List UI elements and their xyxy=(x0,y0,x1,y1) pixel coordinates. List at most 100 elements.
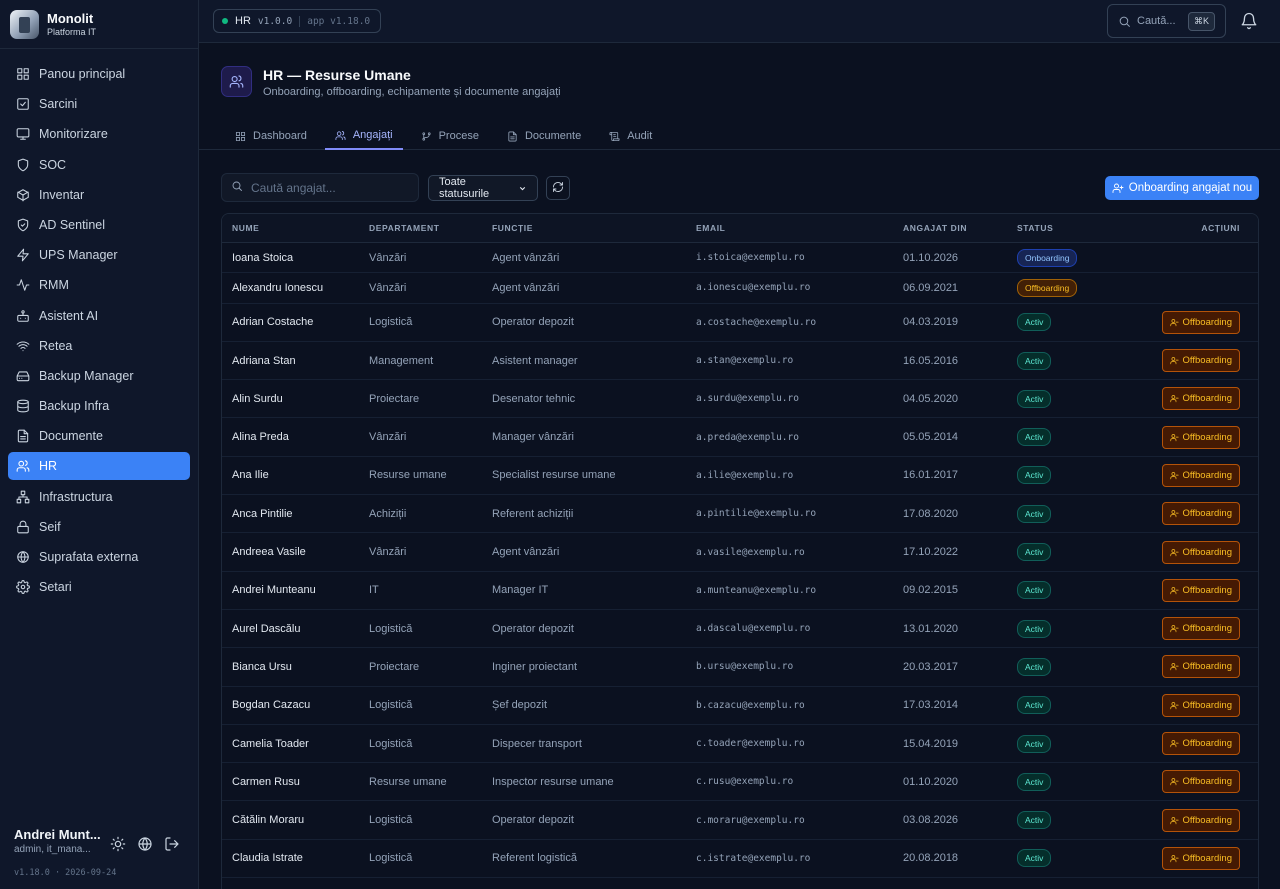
employee-name: Aurel Dascălu xyxy=(232,622,301,635)
status-badge: Activ xyxy=(1017,351,1052,370)
table-row[interactable]: Aurel Dascălu Logistică Operator depozit a.… xyxy=(222,610,1258,649)
employee-email: c.rusu@exemplu.ro xyxy=(696,776,794,788)
employee-hire-date: 06.09.2021 xyxy=(903,281,959,294)
employee-department: IT xyxy=(369,584,379,597)
employee-search[interactable] xyxy=(221,173,419,202)
offboarding-button[interactable]: Offboarding xyxy=(1161,387,1240,411)
sidebar-item-ad-sentinel[interactable]: AD Sentinel xyxy=(8,211,190,239)
sidebar-item-rmm[interactable]: RMM xyxy=(8,271,190,299)
status-badge: Activ xyxy=(1017,543,1052,562)
header-hire-date[interactable]: ANGAJAT DIN xyxy=(903,223,1017,233)
bell-icon[interactable] xyxy=(1240,12,1258,30)
employee-department: Logistică xyxy=(369,737,413,750)
table-row[interactable]: Alina Preda Vânzări Manager vânzări a.preda… xyxy=(222,418,1258,457)
table-row[interactable]: Andrei Munteanu IT Manager IT a.munteanu@ex… xyxy=(222,572,1258,610)
sidebar-item-label: Backup Manager xyxy=(39,368,134,383)
employee-search-input[interactable] xyxy=(251,180,409,195)
sun-icon[interactable] xyxy=(110,836,126,852)
sidebar-item-suprafata-externa[interactable]: Suprafata externa xyxy=(8,543,190,571)
sidebar-item-seif[interactable]: Seif xyxy=(8,513,190,541)
offboarding-button[interactable]: Offboarding xyxy=(1161,349,1240,373)
sidebar-item-panou-principal[interactable]: Panou principal xyxy=(8,60,190,88)
sidebar-item-asistent-ai[interactable]: Asistent AI xyxy=(8,302,190,330)
logout-icon[interactable] xyxy=(164,836,180,852)
header-name[interactable]: NUME xyxy=(222,223,369,233)
file-icon xyxy=(507,131,525,142)
drive-icon xyxy=(16,369,30,383)
offboarding-button[interactable]: Offboarding xyxy=(1161,617,1240,641)
offboarding-button[interactable]: Offboarding xyxy=(1161,846,1240,870)
sidebar-item-monitorizare[interactable]: Monitorizare xyxy=(8,120,190,148)
tab-documente[interactable]: Documente xyxy=(497,122,591,150)
employee-email: a.ionescu@exemplu.ro xyxy=(696,282,811,294)
table-row[interactable]: Ana Ilie Resurse umane Specialist resurse … xyxy=(222,457,1258,496)
offboarding-button[interactable]: Offboarding xyxy=(1161,463,1240,487)
environment-pill[interactable]: HR v1.0.0 app v1.18.0 xyxy=(213,9,381,33)
table-row[interactable]: Claudia Istrate Logistică Referent logisti… xyxy=(222,840,1258,879)
sidebar-item-ups-manager[interactable]: UPS Manager xyxy=(8,241,190,269)
network-icon xyxy=(16,490,30,504)
tab-procese[interactable]: Procese xyxy=(411,122,489,150)
offboarding-button[interactable]: Offboarding xyxy=(1161,732,1240,755)
table-row[interactable]: Alexandru Ionescu Vânzări Agent vânzări a.i… xyxy=(222,273,1258,304)
sidebar-item-documente[interactable]: Documente xyxy=(8,422,190,450)
offboarding-button[interactable]: Offboarding xyxy=(1161,502,1240,526)
employee-department: Logistică xyxy=(369,699,413,712)
table-row[interactable]: Andreea Vasile Vânzări Agent vânzări a.vasi… xyxy=(222,533,1258,572)
page-subtitle: Onboarding, offboarding, echipamente și … xyxy=(263,86,561,98)
table-row[interactable]: Ioana Stoica Vânzări Agent vânzări i.stoica… xyxy=(222,243,1258,274)
table-row[interactable]: Bianca Ursu Proiectare Inginer proiectant b… xyxy=(222,648,1258,687)
offboarding-button[interactable]: Offboarding xyxy=(1161,578,1240,602)
employee-function: Inginer proiectant xyxy=(492,660,577,673)
table-row[interactable]: Camelia Toader Logistică Dispecer transpor… xyxy=(222,725,1258,764)
status-filter-select[interactable]: Toate statusurile xyxy=(428,175,538,201)
employee-name: Bogdan Cazacu xyxy=(232,699,311,712)
offboarding-button[interactable]: Offboarding xyxy=(1161,808,1240,832)
employee-hire-date: 01.10.2026 xyxy=(903,251,959,264)
offboarding-button[interactable]: Offboarding xyxy=(1161,770,1240,794)
offboarding-button[interactable]: Offboarding xyxy=(1161,655,1240,679)
table-body: Ioana Stoica Vânzări Agent vânzări i.stoica… xyxy=(222,243,1258,879)
tab-angajati[interactable]: Angajați xyxy=(324,122,403,150)
status-dot xyxy=(222,18,228,24)
offboarding-label: Offboarding xyxy=(1182,546,1232,558)
table-row[interactable]: Adrian Costache Logistică Operator depozit… xyxy=(222,304,1258,342)
global-search[interactable]: Caută... ⌘K xyxy=(1107,4,1226,38)
offboarding-button[interactable]: Offboarding xyxy=(1161,693,1240,717)
globe-icon[interactable] xyxy=(137,836,153,852)
table-row[interactable]: Alin Surdu Proiectare Desenator tehnic a.su… xyxy=(222,380,1258,419)
database-icon xyxy=(16,399,30,413)
sidebar-item-infrastructura[interactable]: Infrastructura xyxy=(8,483,190,511)
sidebar-item-retea[interactable]: Retea xyxy=(8,332,190,360)
header-department[interactable]: DEPARTAMENT xyxy=(369,223,492,233)
table-row[interactable]: Adriana Stan Management Asistent manager a.… xyxy=(222,342,1258,381)
new-onboarding-button[interactable]: Onboarding angajat nou xyxy=(1105,176,1259,200)
header-status[interactable]: STATUS xyxy=(1017,223,1127,233)
status-filter-value: Toate statusurile xyxy=(439,176,490,200)
offboarding-button[interactable]: Offboarding xyxy=(1161,540,1240,564)
header-email[interactable]: EMAIL xyxy=(696,223,903,233)
sidebar-item-soc[interactable]: SOC xyxy=(8,151,190,179)
tab-dashboard[interactable]: Dashboard xyxy=(225,122,317,150)
employee-email: a.costache@exemplu.ro xyxy=(696,316,817,328)
sidebar-item-label: Backup Infra xyxy=(39,399,110,414)
table-row[interactable]: Anca Pintilie Achiziții Referent achiziții… xyxy=(222,495,1258,534)
offboarding-label: Offboarding xyxy=(1182,316,1232,328)
sidebar-item-backup-manager[interactable]: Backup Manager xyxy=(8,362,190,390)
sidebar-item-setari[interactable]: Setari xyxy=(8,573,190,601)
sidebar-item-inventar[interactable]: Inventar xyxy=(8,181,190,209)
offboarding-button[interactable]: Offboarding xyxy=(1161,310,1240,334)
sidebar-item-backup-infra[interactable]: Backup Infra xyxy=(8,392,190,420)
sidebar-item-sarcini[interactable]: Sarcini xyxy=(8,90,190,118)
table-row[interactable]: Carmen Rusu Resurse umane Inspector resurs… xyxy=(222,763,1258,802)
brand[interactable]: Monolit Platforma IT xyxy=(0,0,198,49)
sidebar-item-label: Inventar xyxy=(39,187,85,202)
offboarding-button[interactable]: Offboarding xyxy=(1161,425,1240,449)
table-row[interactable]: Bogdan Cazacu Logistică Șef depozit b.cazac… xyxy=(222,687,1258,725)
tab-audit[interactable]: Audit xyxy=(599,122,662,150)
header-function[interactable]: FUNCȚIE xyxy=(492,223,696,233)
sidebar-item-hr[interactable]: HR xyxy=(8,452,190,481)
refresh-button[interactable] xyxy=(546,176,570,200)
employee-function: Agent vânzări xyxy=(492,281,560,294)
table-row[interactable]: Cătălin Moraru Logistică Operator depozit c… xyxy=(222,801,1258,840)
